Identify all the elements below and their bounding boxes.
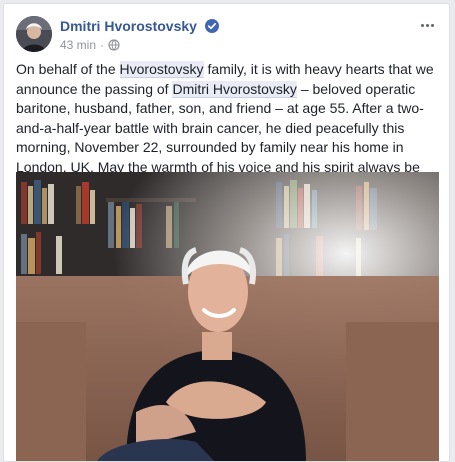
verified-badge-icon — [204, 19, 219, 36]
avatar[interactable] — [16, 16, 52, 52]
meta-separator: · — [100, 38, 105, 52]
post-meta: 43 min · — [60, 38, 120, 54]
author-name[interactable]: Dmitri Hvorostovsky — [60, 18, 219, 36]
post-header: Dmitri Hvorostovsky 43 min · — [16, 16, 437, 56]
tag-hvorostovsky-family[interactable]: Hvorostovsky — [119, 61, 204, 78]
tag-dmitri-hvorostovsky[interactable]: Dmitri Hvorostovsky — [172, 80, 297, 98]
post-photo[interactable] — [16, 172, 439, 461]
author-name-label[interactable]: Dmitri Hvorostovsky — [60, 18, 197, 34]
globe-icon[interactable] — [108, 39, 120, 54]
post-timestamp[interactable]: 43 min — [60, 38, 96, 52]
more-options-icon[interactable] — [417, 18, 437, 32]
post-text-part: On behalf of the — [16, 61, 120, 77]
post-card: Dmitri Hvorostovsky 43 min · On behalf of… — [3, 3, 450, 462]
avatar-image — [16, 16, 52, 52]
portrait-photo — [16, 172, 439, 461]
